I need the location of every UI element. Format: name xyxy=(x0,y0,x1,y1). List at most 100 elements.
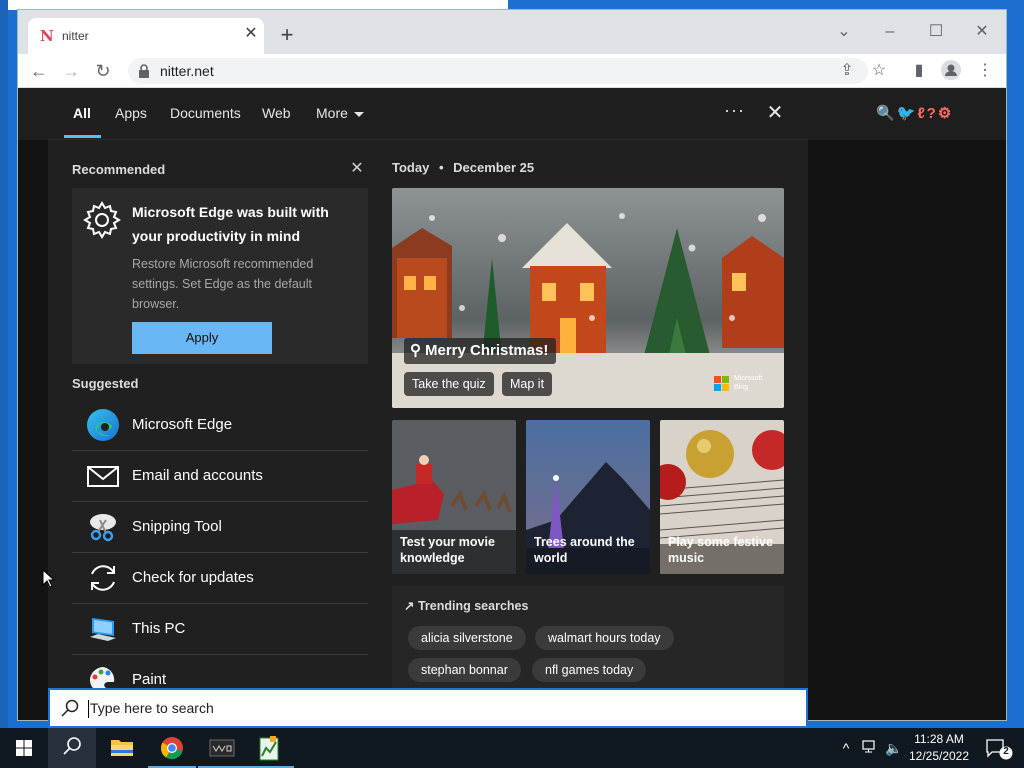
start-button[interactable] xyxy=(0,728,48,768)
trending-chip[interactable]: walmart hours today xyxy=(535,626,674,650)
search-icon xyxy=(63,737,81,755)
background-window-edge xyxy=(0,0,508,10)
new-tab-button[interactable]: + xyxy=(276,24,298,46)
taskbar-search-box[interactable]: Type here to search xyxy=(48,688,808,728)
app-window-icon xyxy=(209,739,235,757)
taskbar-task-manager[interactable] xyxy=(246,728,294,768)
trending-chip[interactable]: nfl games today xyxy=(532,658,647,682)
suggested-item-this-pc[interactable]: This PC xyxy=(72,604,368,655)
tile-festive-music[interactable]: Play some festive music xyxy=(660,420,784,574)
chrome-icon xyxy=(160,737,183,760)
suggested-item-snipping-tool[interactable]: Snipping Tool xyxy=(72,502,368,553)
taskbar-chrome[interactable] xyxy=(148,728,196,768)
back-arrow-icon[interactable]: ← xyxy=(28,60,50,82)
folder-icon xyxy=(111,740,133,756)
trending-chip[interactable]: stephan bonnar xyxy=(408,658,521,682)
active-tab-indicator xyxy=(64,135,101,138)
network-icon[interactable] xyxy=(860,738,880,758)
suggested-item-paint[interactable]: Paint xyxy=(72,655,368,688)
tab-web[interactable]: Web xyxy=(262,105,291,121)
tab-nitter[interactable]: N nitter ✕ xyxy=(28,18,264,54)
clock-time[interactable]: 11:28 AM xyxy=(906,732,972,746)
mouse-cursor-icon xyxy=(42,569,56,588)
sync-icon xyxy=(91,565,115,591)
search-panel-tabs: All Apps Documents Web More ··· ✕ xyxy=(48,88,808,140)
share-icon[interactable]: ⇪ xyxy=(836,60,858,82)
recommended-heading: Recommended xyxy=(72,162,166,177)
trending-heading: ↗ Trending searches xyxy=(404,598,528,613)
bing-badge-text: Microsoft Bing xyxy=(734,375,763,391)
more-options-icon[interactable]: ··· xyxy=(724,100,745,121)
edge-icon xyxy=(87,409,119,441)
computer-icon xyxy=(90,618,116,641)
desktop-left-strip xyxy=(0,0,8,728)
microsoft-bing-logo: Microsoft Bing xyxy=(714,374,774,394)
suggested-item-microsoft-edge[interactable]: Microsoft Edge xyxy=(72,400,368,451)
suggested-list: Microsoft Edge Email and accounts Snippi… xyxy=(72,400,368,688)
suggested-item-label: Microsoft Edge xyxy=(132,416,233,433)
tile-label: Play some festive music xyxy=(668,535,773,565)
apply-button[interactable]: Apply xyxy=(132,322,272,354)
today-date: December 25 xyxy=(453,160,535,175)
reload-icon[interactable]: ↻ xyxy=(92,60,114,82)
lock-icon xyxy=(139,64,149,78)
suggested-heading: Suggested xyxy=(72,376,139,391)
browser-toolbar: ← → ↻ nitter.net ⇪ ☆ ▮ ⋮ xyxy=(18,54,1006,88)
minimize-button[interactable]: – xyxy=(880,22,900,42)
left-column: Recommended ✕ Microsoft Edge was built w… xyxy=(72,140,368,688)
tab-documents[interactable]: Documents xyxy=(170,105,241,121)
suggested-item-label: Check for updates xyxy=(132,569,254,586)
profile-avatar-icon[interactable] xyxy=(940,60,962,82)
suggested-item-check-updates[interactable]: Check for updates xyxy=(72,553,368,604)
tab-search-icon[interactable]: ⌄ xyxy=(834,22,854,42)
taskbar-app-window[interactable] xyxy=(198,728,246,768)
forward-arrow-icon[interactable]: → xyxy=(60,60,82,82)
hero-card-christmas[interactable]: ⚲ Merry Christmas! Take the quiz Map it M… xyxy=(392,188,784,408)
text-caret xyxy=(88,700,89,718)
tile-label: Test your movie knowledge xyxy=(400,535,495,565)
taskbar: ^ 🔈 11:28 AM 12/25/2022 2 xyxy=(0,728,1024,768)
tab-apps[interactable]: Apps xyxy=(115,105,147,121)
today-label: Today xyxy=(392,160,430,175)
today-header: Today • December 25 xyxy=(392,160,534,175)
tile-label: Trees around the world xyxy=(534,535,635,565)
taskbar-search-button[interactable] xyxy=(48,728,96,768)
trending-title: Trending searches xyxy=(417,599,529,613)
hero-title: Merry Christmas! xyxy=(425,342,549,359)
tab-strip: N nitter ✕ + ⌄ – ☐ ✕ xyxy=(18,10,1006,54)
nitter-nav-icons[interactable]: 🔍🐦ℓ?⚙ xyxy=(876,104,953,122)
trending-chip[interactable]: alicia silverstone xyxy=(408,626,526,650)
hero-title-pill[interactable]: ⚲ Merry Christmas! xyxy=(404,338,557,364)
tile-movie-knowledge[interactable]: Test your movie knowledge xyxy=(392,420,516,574)
search-input[interactable]: Type here to search xyxy=(90,700,214,716)
tab-title: nitter xyxy=(62,29,89,43)
tab-close-button[interactable]: ✕ xyxy=(242,25,260,43)
today-separator: • xyxy=(438,160,444,175)
side-panel-icon[interactable]: ▮ xyxy=(908,60,930,82)
close-window-button[interactable]: ✕ xyxy=(972,22,992,42)
right-column: Today • December 25 ⚲ Merry Christmas! T… xyxy=(392,140,784,688)
suggested-item-email-accounts[interactable]: Email and accounts xyxy=(72,451,368,502)
tab-more-label: More xyxy=(316,105,348,121)
suggested-item-label: Email and accounts xyxy=(132,467,263,484)
map-it-button[interactable]: Map it xyxy=(502,372,553,396)
address-bar[interactable]: nitter.net xyxy=(128,58,868,84)
taskbar-file-explorer[interactable] xyxy=(98,728,146,768)
clock-date[interactable]: 12/25/2022 xyxy=(906,749,972,763)
recommendation-title: Microsoft Edge was built with your produ… xyxy=(132,204,329,244)
tab-more[interactable]: More xyxy=(316,105,364,121)
bookmark-star-icon[interactable]: ☆ xyxy=(868,60,890,82)
chevron-up-icon[interactable]: ^ xyxy=(836,738,856,758)
tab-all[interactable]: All xyxy=(73,105,91,121)
close-icon[interactable]: ✕ xyxy=(764,102,786,124)
mail-icon xyxy=(87,466,119,487)
maximize-button[interactable]: ☐ xyxy=(926,22,946,42)
notification-center-icon[interactable]: 2 xyxy=(984,738,1014,760)
volume-icon[interactable]: 🔈 xyxy=(884,738,904,758)
menu-kebab-icon[interactable]: ⋮ xyxy=(974,60,996,82)
nitter-favicon-icon: N xyxy=(40,27,54,45)
tile-trees-around-world[interactable]: Trees around the world xyxy=(526,420,650,574)
chevron-down-icon xyxy=(353,111,364,117)
take-quiz-button[interactable]: Take the quiz xyxy=(404,372,494,396)
dismiss-recommendation-icon[interactable]: ✕ xyxy=(348,160,366,178)
